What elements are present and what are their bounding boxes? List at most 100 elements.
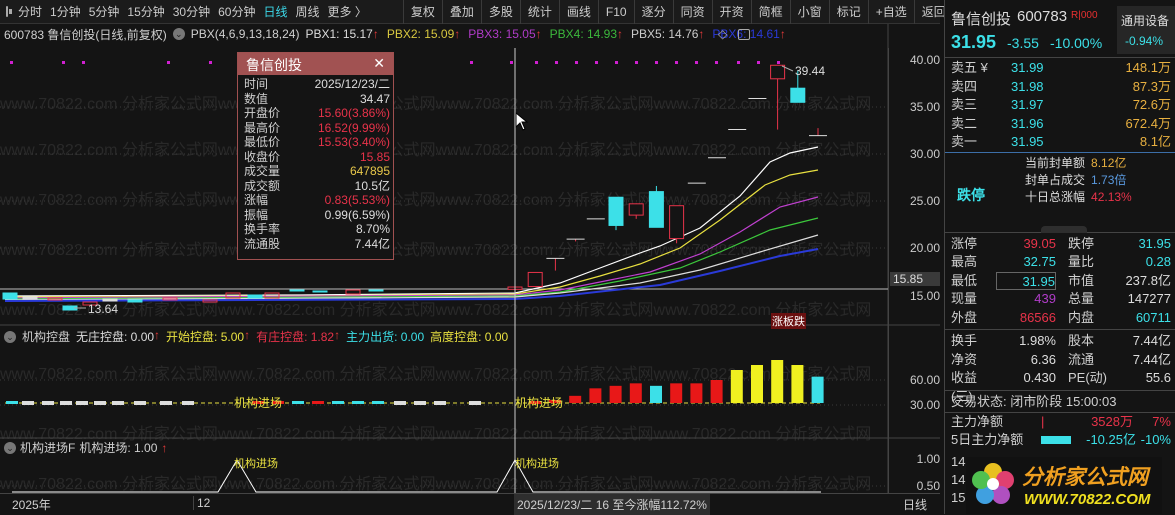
stat-label: 最低 [951, 272, 978, 288]
signal-dot [715, 61, 718, 64]
stat-value: 0.430 [1023, 370, 1056, 385]
stat-label: 流通 [1068, 351, 1095, 367]
panel2-bar [22, 401, 34, 405]
current-price-tag: 15.85 [890, 272, 940, 286]
panel2-bar [42, 401, 54, 405]
signal-dot [62, 61, 65, 64]
panel2-bar [414, 401, 426, 405]
panel2-bar [76, 401, 88, 405]
close-icon[interactable]: ✕ [373, 55, 385, 73]
limit-info-row: 当前封单额 8.12亿 [1025, 155, 1127, 170]
tooltip-key: 收盘价 [244, 149, 281, 164]
panel2-bar [609, 385, 622, 403]
stat-value: 39.05 [1023, 235, 1056, 251]
signal-dot [10, 61, 13, 64]
price-axis: 40.00 35.00 30.00 25.00 20.00 15.85 15.0… [888, 48, 940, 325]
stat-label: 换手 [951, 333, 978, 348]
signal-dot [82, 61, 85, 64]
panel2-bar [434, 401, 446, 405]
tooltip-value: 0.99(6.59%) [324, 207, 390, 222]
panel2-header: ⌄ 机构控盘 无庄控盘: 0.00 ↑ 开始控盘: 5.00 ↑ 有庄控盘: 1.82 ↑… [4, 328, 508, 345]
panel2-bar [134, 401, 146, 405]
stat-label: 现量 [951, 291, 978, 306]
panel2-value: 高度控盘: 0.00 [430, 330, 509, 344]
panel2-bar [589, 388, 602, 403]
limit-flag: 涨板跌 [771, 313, 806, 329]
tooltip-row: 时间 2025/12/23/二 [238, 77, 393, 92]
tick-label: 15.00 [909, 289, 940, 303]
ask-row: 卖二 31.96 672.4万 [945, 115, 1175, 134]
tooltip-row: 收盘价 15.85 [238, 150, 393, 165]
tooltip-value: 7.44亿 [354, 236, 390, 251]
ask-price: 31.96 [1011, 115, 1044, 131]
candle [289, 289, 305, 292]
stat-row: 收益(三) 0.430 PE(动) 55.6 [945, 369, 1175, 404]
panel3-signal: 机构进场 [234, 456, 278, 470]
price-change: -3.55 [1007, 35, 1039, 51]
collapse-button[interactable] [1041, 225, 1087, 233]
panel2-bar [629, 383, 642, 403]
chevron-down-icon[interactable]: ⌄ [4, 441, 16, 454]
tooltip-key: 最高价 [244, 120, 281, 135]
tooltip-value: 16.52(9.99%) [317, 120, 390, 135]
signal-dot [575, 61, 578, 64]
month-label: 12 [193, 496, 210, 510]
signal-dot [737, 61, 740, 64]
stat-value: 32.75 [1023, 254, 1056, 269]
candle [127, 299, 143, 303]
tick-label: 0.50 [916, 479, 940, 493]
tooltip-title: 鲁信创投 [246, 57, 302, 73]
signal-dot [595, 61, 598, 64]
panel2-bar [469, 401, 481, 405]
panel2-bar [112, 401, 124, 405]
tooltip-key: 最低价 [244, 135, 281, 149]
tick-label: 35.00 [909, 100, 940, 114]
stat-label: PE(动) [1068, 370, 1108, 385]
stat-value: 7.44亿 [1132, 351, 1171, 367]
candle [527, 271, 543, 288]
main-net-5d-row: 5日主力净额 -10.25亿 -10% [951, 432, 1171, 447]
ask-volume: 148.1万 [1125, 60, 1171, 75]
ask-level: 卖二 [951, 115, 978, 131]
panel2-value: 主力出货: 0.00 [346, 330, 425, 344]
signal-dot [777, 61, 780, 64]
chevron-down-icon[interactable]: ⌄ [4, 330, 16, 343]
signal-dot [635, 61, 638, 64]
signal-dots [10, 61, 780, 64]
stat-label: 跌停 [1068, 235, 1095, 251]
panel3-signal-line [12, 458, 821, 493]
tick-label: 30.00 [909, 147, 940, 161]
signal-dot [535, 61, 538, 64]
signal-dot [695, 61, 698, 64]
tooltip-key: 换手率 [244, 222, 281, 236]
ask-row: 卖三 31.97 72.6万 [945, 96, 1175, 115]
ma-line-pbx5 [4, 234, 819, 301]
stat-value: 237.8亿 [1125, 272, 1171, 288]
stat-label: 股本 [1068, 333, 1095, 348]
tooltip-value: 15.60(3.86%) [317, 106, 390, 120]
kline-chart[interactable]: 39.44 13.64 机构进场 机构进场 机构进场 机构进场 [0, 0, 940, 494]
panel2-bar [6, 401, 18, 404]
ask-price: 31.98 [1011, 78, 1044, 94]
candle [546, 257, 565, 271]
stat-row: 外盘 86566 内盘 60711 [945, 309, 1175, 328]
stat-row: 净资 6.36 流通 7.44亿 [945, 351, 1175, 370]
site-logo: 分析家公式网 WWW.70822.COM [966, 457, 1162, 514]
panel2-axis: 60.00 30.00 [888, 325, 940, 438]
candle [628, 203, 644, 219]
stock-name: 鲁信创投 [951, 11, 1012, 28]
stat-value: 31.95 [1138, 235, 1171, 251]
stock-code: 600783 [1017, 8, 1068, 25]
panel2-bar [791, 365, 804, 403]
ask-row: 卖五 ¥ 31.99 148.1万 [945, 59, 1175, 78]
industry-label[interactable]: 通用设备 [1117, 6, 1175, 29]
panel2-bar [312, 401, 324, 404]
panel2-bar [394, 401, 406, 405]
quote-panel: 鲁信创投 600783 R|000 通用设备 -0.94% 31.95 -3.5… [944, 0, 1175, 514]
tooltip-key: 开盘价 [244, 106, 281, 120]
limit-status: 跌停 [957, 186, 985, 203]
panel2-bar [771, 360, 784, 403]
stat-label: 涨停 [951, 235, 978, 251]
ask-level: 卖一 [951, 134, 978, 149]
main-net-row: 主力净额 | 3528万 7% [951, 413, 1171, 429]
